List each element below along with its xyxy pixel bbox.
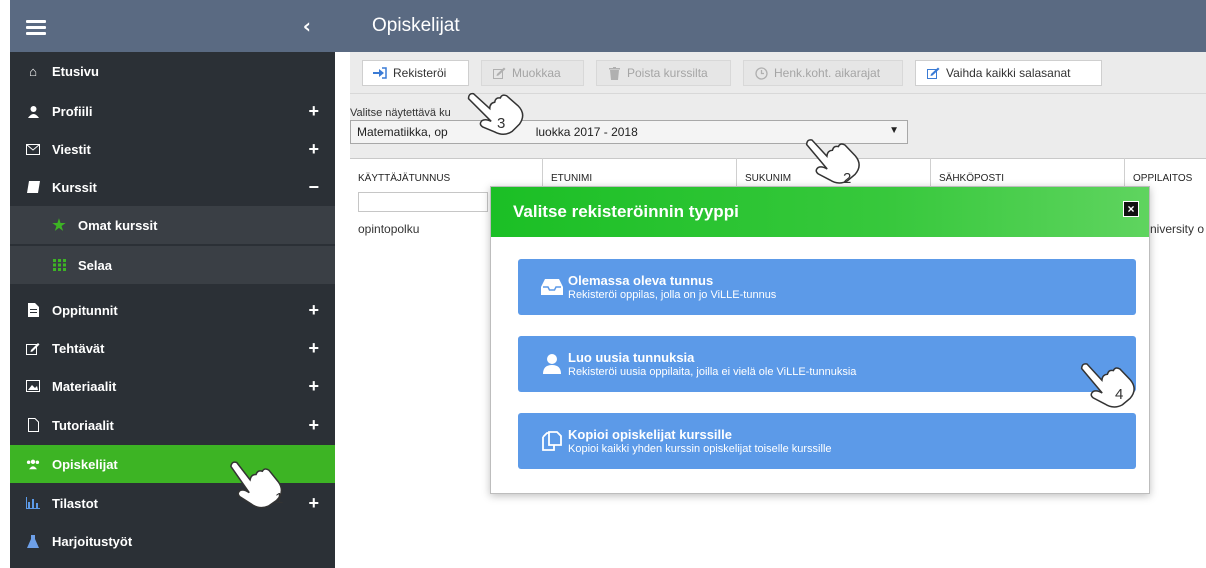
edit-icon <box>926 66 940 80</box>
person-icon <box>540 352 564 376</box>
sidebar-item-label: Materiaalit <box>52 378 117 394</box>
option-title: Olemassa oleva tunnus <box>568 273 714 288</box>
sidebar-item-materiaalit[interactable]: Materiaalit + <box>10 367 335 405</box>
dialog-header: Valitse rekisteröinnin tyyppi × <box>491 187 1149 237</box>
sidebar-item-tutoriaalit[interactable]: Tutoriaalit + <box>10 406 335 444</box>
expand-icon[interactable]: + <box>308 376 319 397</box>
sidebar-item-label: Omat kurssit <box>78 217 158 233</box>
chart-icon <box>26 496 40 510</box>
create-accounts-option[interactable]: Luo uusia tunnuksia Rekisteröi uusia opp… <box>518 336 1136 392</box>
menu-icon[interactable] <box>26 20 46 35</box>
step-number: 1 <box>275 490 284 507</box>
dialog-title: Valitse rekisteröinnin tyyppi <box>513 202 739 221</box>
sidebar-item-profiili[interactable]: Profiili + <box>10 92 335 130</box>
sign-in-icon <box>373 66 387 80</box>
course-select-label: Valitse näytettävä ku <box>350 107 451 119</box>
column-header-username[interactable]: KÄYTTÄJÄTUNNUS <box>350 158 542 186</box>
step-number: 2 <box>843 170 852 187</box>
inbox-icon <box>540 275 564 299</box>
copy-icon <box>540 429 564 453</box>
registration-type-dialog: Valitse rekisteröinnin tyyppi × Olemassa… <box>490 186 1150 494</box>
sidebar-item-label: Oppitunnit <box>52 302 118 318</box>
option-title: Kopioi opiskelijat kurssille <box>568 427 732 442</box>
table-cell-username: opintopolku <box>358 222 420 236</box>
option-title: Luo uusia tunnuksia <box>568 350 695 365</box>
column-header-firstname[interactable]: ETUNIMI <box>542 158 736 186</box>
file-icon <box>26 418 40 432</box>
home-icon: ⌂ <box>29 63 37 79</box>
users-icon <box>26 457 40 471</box>
sidebar-item-label: Viestit <box>52 141 91 157</box>
sidebar-item-selaa[interactable]: Selaa <box>10 246 335 284</box>
expand-icon[interactable]: + <box>308 493 319 514</box>
sidebar-item-label: Tutoriaalit <box>52 417 114 433</box>
sidebar-item-label: Etusivu <box>52 63 99 79</box>
sidebar-item-label: Tilastot <box>52 495 98 511</box>
edit-label: Muokkaa <box>512 66 561 80</box>
user-icon <box>26 104 40 118</box>
top-bar <box>335 0 1206 52</box>
sidebar-item-opiskelijat[interactable]: Opiskelijat <box>10 445 335 483</box>
expand-icon[interactable]: + <box>308 139 319 160</box>
column-header-organization[interactable]: OPPILAITOS <box>1124 158 1206 186</box>
option-description: Kopioi kaikki yhden kurssin opiskelijat … <box>568 443 832 455</box>
book-icon <box>26 180 40 194</box>
sidebar-item-viestit[interactable]: Viestit + <box>10 130 335 168</box>
sidebar: ‹ ⌂ Etusivu Profiili + Viestit + Kurssit… <box>10 0 335 568</box>
image-icon <box>26 379 40 393</box>
step-number: 3 <box>497 115 506 132</box>
grid-icon <box>52 258 66 272</box>
sidebar-item-harjoitustyot[interactable]: Harjoitustyöt <box>10 522 335 560</box>
expand-icon[interactable]: + <box>308 338 319 359</box>
sidebar-item-omat-kurssit[interactable]: ★ Omat kurssit <box>10 206 335 244</box>
option-description: Rekisteröi oppilas, jolla on jo ViLLE-tu… <box>568 289 777 301</box>
step-number: 4 <box>1115 386 1124 403</box>
sidebar-item-label: Kurssit <box>52 179 97 195</box>
existing-account-option[interactable]: Olemassa oleva tunnus Rekisteröi oppilas… <box>518 259 1136 315</box>
document-icon <box>26 303 40 317</box>
expand-icon[interactable]: + <box>308 415 319 436</box>
change-passwords-button[interactable]: Vaihda kaikki salasanat <box>915 60 1102 86</box>
time-limits-label: Henk.koht. aikarajat <box>774 66 881 80</box>
edit-icon <box>26 341 40 355</box>
chevron-left-icon[interactable]: ‹ <box>303 14 311 38</box>
sidebar-item-label: Tehtävät <box>52 340 105 356</box>
sidebar-item-label: Selaa <box>78 257 112 273</box>
page-title: Opiskelijat <box>372 15 460 36</box>
course-select-value-end: luokka 2017 - 2018 <box>535 125 638 139</box>
column-header-email[interactable]: SÄHKÖPOSTI <box>930 158 1124 186</box>
expand-icon[interactable]: + <box>308 300 319 321</box>
change-passwords-label: Vaihda kaikki salasanat <box>946 66 1071 80</box>
register-label: Rekisteröi <box>393 66 447 80</box>
sidebar-item-label: Profiili <box>52 103 93 119</box>
trash-icon <box>607 66 621 80</box>
table-cell-organization: niversity o <box>1150 222 1205 236</box>
envelope-icon <box>26 142 40 156</box>
sidebar-item-tehtavat[interactable]: Tehtävät + <box>10 329 335 367</box>
sidebar-item-kurssit[interactable]: Kurssit − <box>10 168 335 206</box>
register-button[interactable]: Rekisteröi <box>362 60 469 86</box>
time-limits-button[interactable]: Henk.koht. aikarajat <box>743 60 903 86</box>
star-icon: ★ <box>52 217 66 234</box>
sidebar-item-oppitunnit[interactable]: Oppitunnit + <box>10 291 335 329</box>
remove-from-course-button[interactable]: Poista kurssilta <box>596 60 731 86</box>
sidebar-header: ‹ <box>10 0 335 52</box>
course-select-value-start: Matematiikka, op <box>357 125 448 139</box>
remove-label: Poista kurssilta <box>627 66 708 80</box>
sidebar-item-label: Opiskelijat <box>52 456 118 472</box>
caret-down-icon: ▼ <box>889 125 899 136</box>
option-description: Rekisteröi uusia oppilaita, joilla ei vi… <box>568 366 857 378</box>
collapse-icon[interactable]: − <box>308 177 319 198</box>
app-window: ‹ ⌂ Etusivu Profiili + Viestit + Kurssit… <box>0 0 1206 568</box>
close-icon[interactable]: × <box>1123 201 1139 217</box>
expand-icon[interactable]: + <box>308 101 319 122</box>
sidebar-item-label: Harjoitustyöt <box>52 533 133 549</box>
flask-icon <box>26 534 40 548</box>
copy-students-option[interactable]: Kopioi opiskelijat kurssille Kopioi kaik… <box>518 413 1136 469</box>
username-filter-input[interactable] <box>358 192 488 212</box>
sidebar-item-etusivu[interactable]: ⌂ Etusivu <box>10 52 335 90</box>
clock-icon <box>754 66 768 80</box>
